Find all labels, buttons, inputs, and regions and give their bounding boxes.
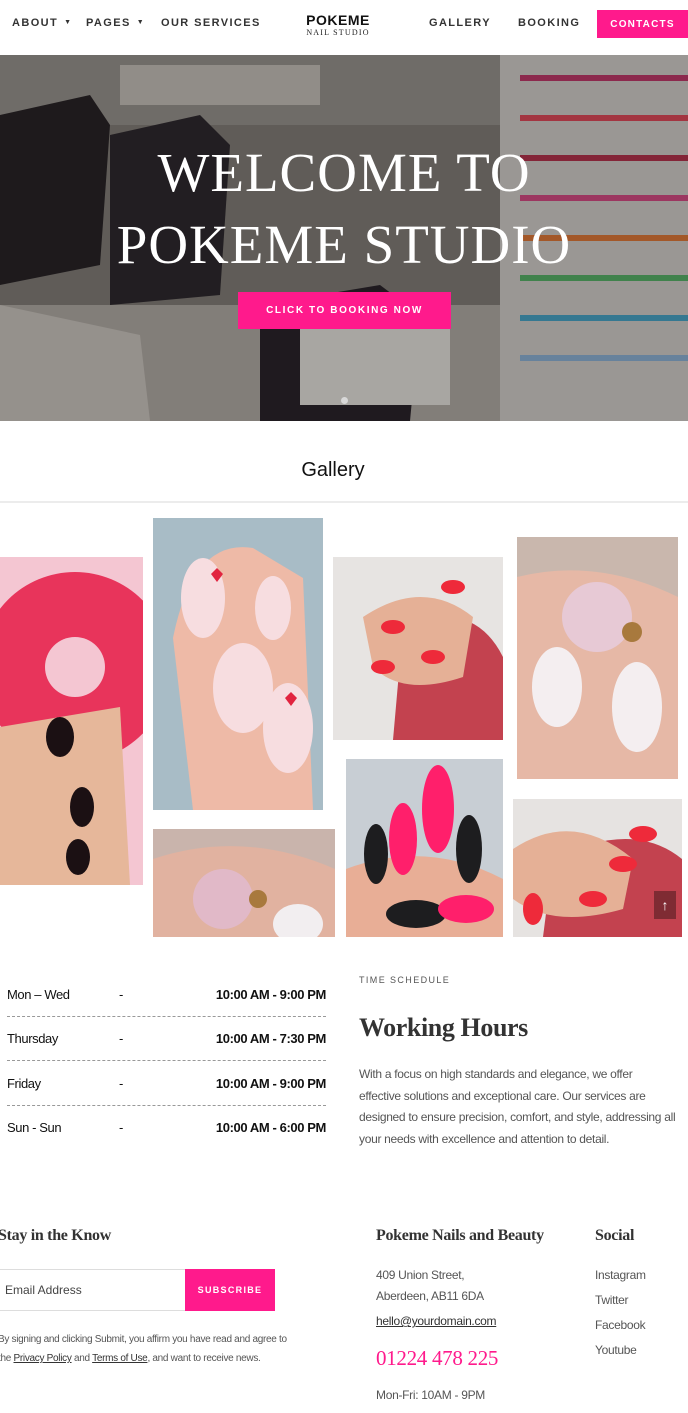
address: 409 Union Street, Aberdeen, AB11 6DA [376,1265,484,1307]
gallery-image-donut[interactable] [0,557,143,885]
terms-of-use-link[interactable]: Terms of Use [92,1353,148,1364]
address-line2: Aberdeen, AB11 6DA [376,1289,484,1303]
hours-row: Friday - 10:00 AM - 9:00 PM [7,1076,326,1120]
contacts-button[interactable]: CONTACTS [597,10,688,38]
caret-down-icon: ▼ [136,19,146,26]
legal-and: and [74,1353,90,1364]
schedule-description: With a focus on high standards and elega… [359,1067,676,1146]
subscribe-button[interactable]: SUBSCRIBE [185,1269,275,1311]
hours-row: Mon – Wed - 10:00 AM - 9:00 PM [7,987,326,1031]
hours-dash: - [119,1031,123,1046]
nav-about[interactable]: ABOUT ▼ [12,17,72,29]
nav-booking[interactable]: BOOKING [518,17,580,29]
schedule-label: TIME SCHEDULE [359,975,451,985]
booking-now-button[interactable]: CLICK TO BOOKING NOW [238,292,451,329]
divider [7,1016,326,1017]
social-link-twitter[interactable]: Twitter [595,1293,629,1307]
top-navigation: ABOUT ▼ PAGES ▼ OUR SERVICES POKEME NAIL S… [0,0,688,55]
hours-time: 10:00 AM - 6:00 PM [215,1120,326,1135]
hero-title-line2: POKEME STUDIO [116,214,572,275]
hours-time: 10:00 AM - 9:00 PM [215,1076,326,1091]
nav-about-label: ABOUT [12,17,59,29]
hours-row: Thursday - 10:00 AM - 7:30 PM [7,1031,326,1075]
hours-dash: - [119,1076,123,1091]
hours-dash: - [119,1120,123,1135]
gallery-image-glitter-nails-2[interactable] [153,829,335,937]
hours-day: Mon – Wed [7,987,70,1002]
hero-title: WELCOME TO POKEME STUDIO [0,137,688,281]
social-link-instagram[interactable]: Instagram [595,1268,646,1282]
legal-post: , and want to receive news. [147,1353,261,1364]
hours-day: Friday [7,1076,41,1091]
address-line1: 409 Union Street, [376,1268,465,1282]
email-link[interactable]: hello@yourdomain.com [376,1314,497,1328]
scroll-to-top-button[interactable]: ↑ [654,891,676,919]
nav-pages-label: PAGES [86,17,131,29]
hours-day: Sun - Sun [7,1120,62,1135]
hero-title-line1: WELCOME TO [157,142,531,203]
gallery-image-pink-black-nails[interactable] [346,759,503,937]
open-hours: Mon-Fri: 10AM - 9PM [376,1388,485,1402]
company-heading: Pokeme Nails and Beauty [376,1227,544,1244]
privacy-policy-link[interactable]: Privacy Policy [14,1353,72,1364]
site-logo[interactable]: POKEME NAIL STUDIO [300,12,376,37]
gallery-title: Gallery [301,459,365,481]
hero-banner: WELCOME TO POKEME STUDIO CLICK TO BOOKIN… [0,55,688,421]
email-field[interactable]: Email Address [0,1269,186,1311]
gallery-image-red-nails[interactable] [333,557,503,740]
social-heading: Social [595,1227,635,1244]
hours-day: Thursday [7,1031,58,1046]
legal-text: By signing and clicking Submit, you affi… [0,1330,288,1368]
nav-gallery[interactable]: GALLERY [429,17,491,29]
hours-dash: - [119,987,123,1002]
arrow-up-icon: ↑ [661,897,669,913]
logo-sub-text: NAIL STUDIO [306,28,370,37]
hours-row: Sun - Sun - 10:00 AM - 6:00 PM [7,1120,326,1164]
hours-time: 10:00 AM - 9:00 PM [215,987,326,1002]
gallery-image-glitter-nails[interactable] [517,537,678,779]
social-link-youtube[interactable]: Youtube [595,1343,637,1357]
phone-number[interactable]: 01224 478 225 [376,1346,498,1371]
divider [0,501,688,503]
schedule-title: Working Hours [359,1013,528,1042]
divider [7,1105,326,1106]
nav-services[interactable]: OUR SERVICES [161,17,261,29]
caret-down-icon: ▼ [64,19,73,26]
logo-main-text: POKEME [306,12,370,28]
newsletter-heading: Stay in the Know [0,1227,111,1244]
hours-time: 10:00 AM - 7:30 PM [215,1031,326,1046]
divider [7,1060,326,1061]
social-link-facebook[interactable]: Facebook [595,1318,646,1332]
nav-pages[interactable]: PAGES ▼ [86,17,145,29]
gallery-image-heart-nails[interactable] [153,518,323,810]
slider-dot[interactable] [341,397,348,404]
